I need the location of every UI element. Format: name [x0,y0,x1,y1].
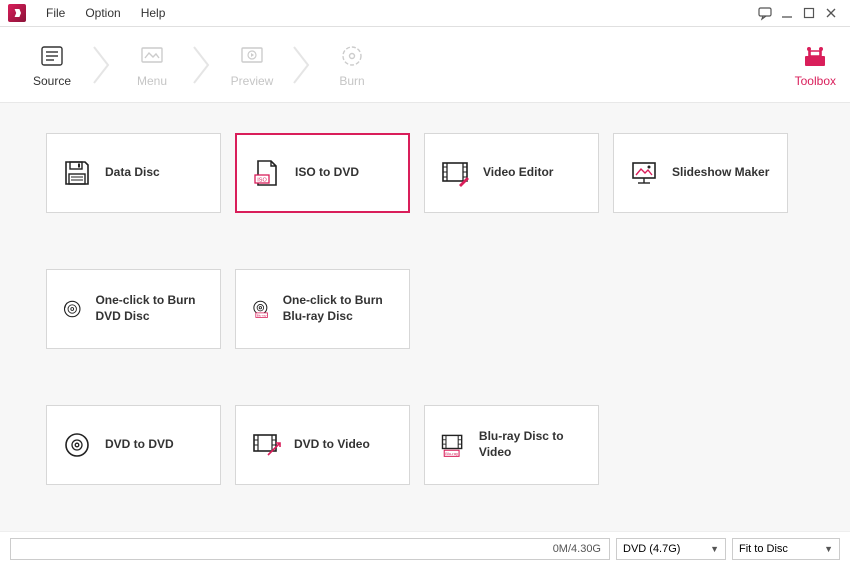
preview-icon [238,42,266,70]
step-label: Menu [137,74,167,88]
tool-video-editor[interactable]: Video Editor [424,133,599,213]
tool-label: DVD to Video [294,437,370,453]
tool-dvd-to-dvd[interactable]: DVD to DVD [46,405,221,485]
disc-burn-icon [61,293,83,325]
svg-text:Blu-ray: Blu-ray [257,313,267,317]
fit-mode-select[interactable]: Fit to Disc ▼ [732,538,840,560]
step-label: Burn [339,74,364,88]
tool-label: Data Disc [105,165,160,181]
step-source[interactable]: Source [14,31,90,99]
titlebar: File Option Help [0,0,850,27]
tool-grid: Data Disc ISO ISO to DVD Video Editor Sl… [46,133,804,485]
app-logo-icon [8,4,26,22]
chevron-down-icon: ▼ [824,544,833,554]
feedback-icon[interactable] [754,2,776,24]
disc-usage-bar: 0M/4.30G [10,538,610,560]
tool-oneclick-bluray[interactable]: Blu-ray One-click to Burn Blu-ray Disc [235,269,410,349]
step-menu[interactable]: Menu [114,31,190,99]
close-button[interactable] [820,2,842,24]
source-icon [38,42,66,70]
disc-usage-text: 0M/4.30G [553,543,601,555]
tool-label: DVD to DVD [105,437,174,453]
tool-iso-to-dvd[interactable]: ISO ISO to DVD [235,133,410,213]
toolbox-icon [800,42,830,70]
svg-text:ISO: ISO [257,178,267,184]
bluray-convert-icon: Blu-ray [439,429,467,461]
tool-label: One-click to Burn DVD Disc [95,293,206,324]
iso-file-icon: ISO [251,157,283,189]
tool-dvd-to-video[interactable]: DVD to Video [235,405,410,485]
film-convert-icon [250,429,282,461]
menu-file[interactable]: File [36,6,75,20]
tool-oneclick-dvd[interactable]: One-click to Burn DVD Disc [46,269,221,349]
chevron-right-icon [292,45,312,85]
tool-bluray-to-video[interactable]: Blu-ray Blu-ray Disc to Video [424,405,599,485]
fit-mode-value: Fit to Disc [739,543,788,555]
step-burn[interactable]: Burn [314,31,390,99]
disc-type-value: DVD (4.7G) [623,543,680,555]
menu-icon [138,42,166,70]
chevron-right-icon [92,45,112,85]
tool-label: Blu-ray Disc to Video [479,429,584,460]
minimize-button[interactable] [776,2,798,24]
step-preview[interactable]: Preview [214,31,290,99]
chevron-down-icon: ▼ [710,544,719,554]
step-label: Source [33,74,71,88]
toolbox-button[interactable]: Toolbox [795,42,836,88]
toolbox-label: Toolbox [795,74,836,88]
floppy-disk-icon [61,157,93,189]
tool-label: Slideshow Maker [672,165,769,181]
tool-label: Video Editor [483,165,553,181]
tool-data-disc[interactable]: Data Disc [46,133,221,213]
bluray-burn-icon: Blu-ray [250,293,271,325]
workspace: Data Disc ISO ISO to DVD Video Editor Sl… [0,103,850,531]
svg-text:Blu-ray: Blu-ray [445,451,458,456]
step-label: Preview [231,74,274,88]
tool-label: One-click to Burn Blu-ray Disc [283,293,395,324]
slideshow-icon [628,157,660,189]
status-bar: 0M/4.30G DVD (4.7G) ▼ Fit to Disc ▼ [0,531,850,565]
disc-type-select[interactable]: DVD (4.7G) ▼ [616,538,726,560]
burn-icon [338,42,366,70]
video-editor-icon [439,157,471,189]
tool-label: ISO to DVD [295,165,359,181]
menu-option[interactable]: Option [75,6,130,20]
maximize-button[interactable] [798,2,820,24]
step-bar: Source Menu Preview Burn Toolbox [0,27,850,103]
chevron-right-icon [192,45,212,85]
disc-icon [61,429,93,461]
tool-slideshow-maker[interactable]: Slideshow Maker [613,133,788,213]
menu-help[interactable]: Help [131,6,176,20]
